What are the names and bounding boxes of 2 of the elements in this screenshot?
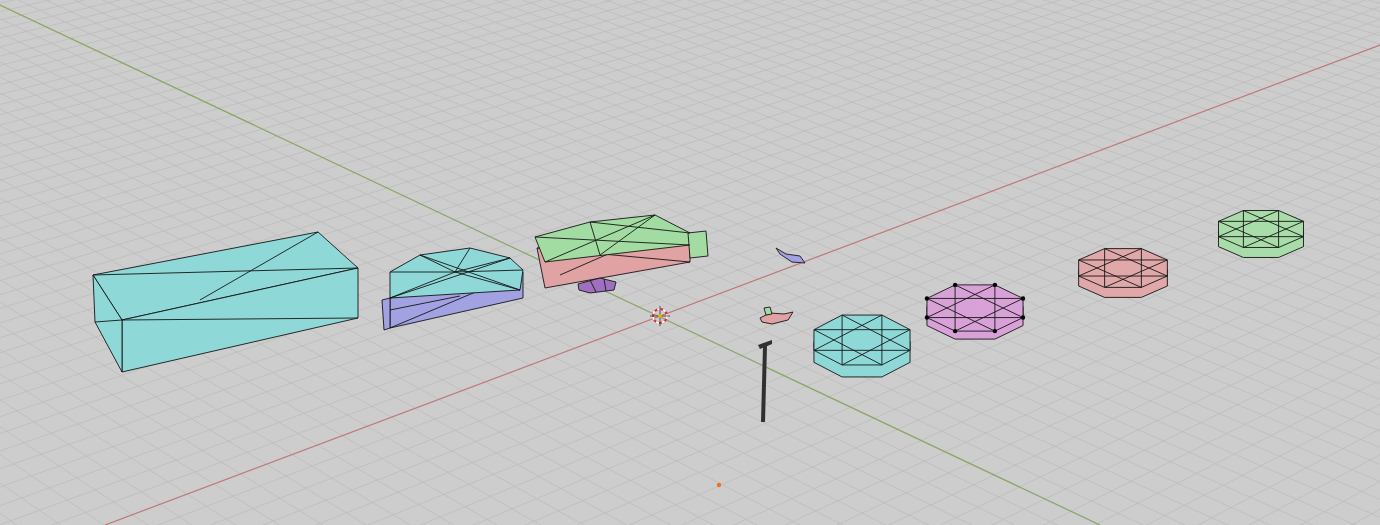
origin-dot xyxy=(716,482,722,488)
cursor-icon xyxy=(649,305,671,327)
